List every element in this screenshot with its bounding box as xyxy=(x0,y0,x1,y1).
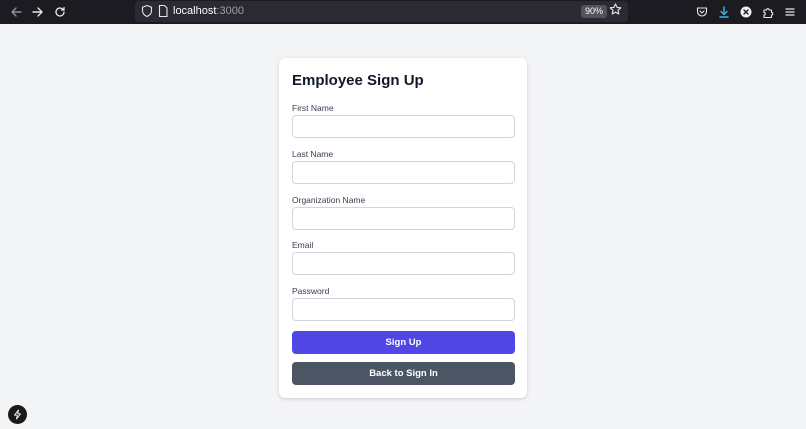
url-port: :3000 xyxy=(216,5,244,17)
organization-name-field[interactable] xyxy=(292,207,515,230)
bookmark-star-icon[interactable] xyxy=(609,3,622,19)
extension-circle-x-icon[interactable] xyxy=(735,1,757,23)
signup-card: Employee Sign Up First Name Last Name Or… xyxy=(279,58,527,398)
email-label: Email xyxy=(292,240,314,250)
back-to-sign-in-button[interactable]: Back to Sign In xyxy=(292,362,515,385)
shield-icon[interactable] xyxy=(140,4,154,18)
url-text[interactable]: localhost:3000 xyxy=(173,4,244,18)
lightning-bolt-icon xyxy=(14,409,21,420)
page-title: Employee Sign Up xyxy=(292,72,424,89)
last-name-label: Last Name xyxy=(292,149,334,159)
forward-arrow-icon[interactable] xyxy=(27,1,49,23)
email-field[interactable] xyxy=(292,252,515,275)
first-name-field[interactable] xyxy=(292,115,515,138)
zoom-level-badge[interactable]: 90% xyxy=(581,5,608,18)
reload-icon[interactable] xyxy=(49,1,71,23)
password-field[interactable] xyxy=(292,298,515,321)
back-arrow-icon[interactable] xyxy=(5,1,27,23)
url-host: localhost xyxy=(173,5,217,17)
first-name-label: First Name xyxy=(292,103,334,113)
last-name-field[interactable] xyxy=(292,161,515,184)
organization-name-label: Organization Name xyxy=(292,195,366,205)
menu-hamburger-icon[interactable] xyxy=(779,1,801,23)
nextjs-dev-indicator[interactable] xyxy=(8,405,27,424)
extensions-puzzle-icon[interactable] xyxy=(757,1,779,23)
address-bar[interactable]: localhost:3000 90% xyxy=(135,1,628,22)
password-label: Password xyxy=(292,286,330,296)
sign-up-button[interactable]: Sign Up xyxy=(292,331,515,354)
pocket-icon[interactable] xyxy=(691,1,713,23)
page-icon xyxy=(157,4,169,18)
download-icon[interactable] xyxy=(713,1,735,23)
browser-toolbar: localhost:3000 90% xyxy=(0,0,806,24)
